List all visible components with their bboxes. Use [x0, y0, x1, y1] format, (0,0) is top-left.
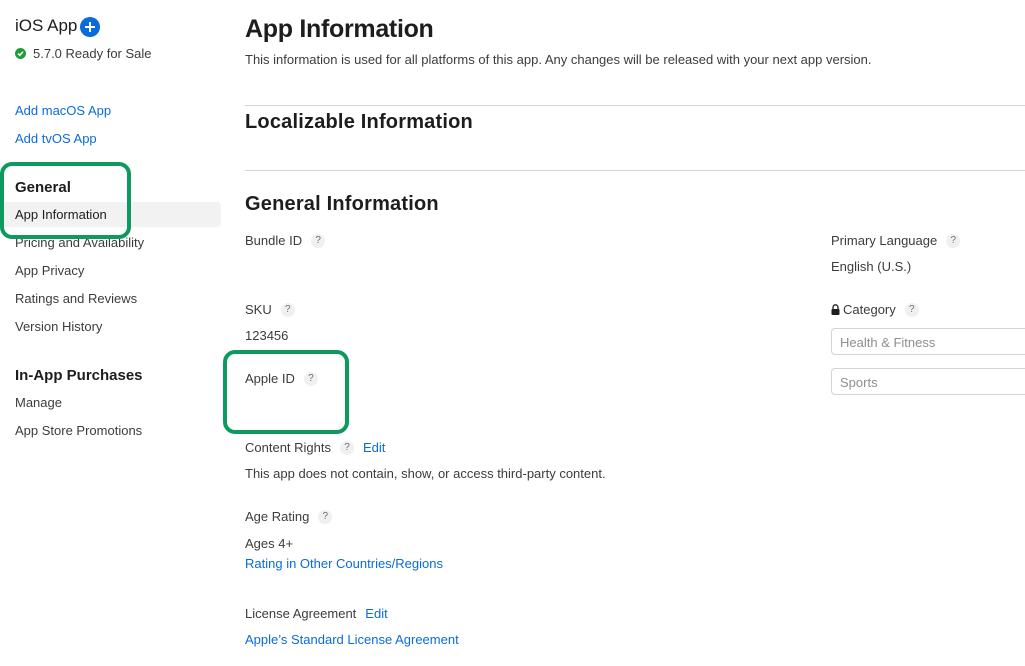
- version-status: 5.7.0 Ready for Sale: [15, 46, 152, 61]
- content-rights-edit-link[interactable]: Edit: [363, 440, 385, 455]
- sku-label: SKU ?: [245, 302, 295, 317]
- highlight-box-apple-id: [223, 350, 349, 434]
- sidebar-item-pricing[interactable]: Pricing and Availability: [15, 235, 144, 250]
- sidebar-item-manage[interactable]: Manage: [15, 395, 62, 410]
- add-platform-icon[interactable]: [80, 17, 100, 37]
- age-rating-label-text: Age Rating: [245, 509, 310, 524]
- category-label: Category ?: [831, 302, 919, 317]
- divider: [245, 105, 1025, 106]
- sidebar-heading-general: General: [15, 179, 71, 196]
- sidebar-item-ratings-reviews[interactable]: Ratings and Reviews: [15, 291, 137, 306]
- rating-other-regions-link[interactable]: Rating in Other Countries/Regions: [245, 556, 443, 571]
- help-icon[interactable]: ?: [280, 302, 295, 317]
- sidebar-item-app-information[interactable]: App Information: [0, 202, 221, 227]
- page-title: App Information: [245, 15, 434, 43]
- help-icon[interactable]: ?: [303, 371, 318, 386]
- primary-category-select[interactable]: Health & Fitness: [831, 328, 1025, 355]
- content-rights-value: This app does not contain, show, or acce…: [245, 466, 606, 481]
- license-agreement-label: License Agreement Edit: [245, 606, 388, 621]
- bundle-id-label: Bundle ID ?: [245, 233, 326, 248]
- sku-value: 123456: [245, 328, 289, 343]
- help-icon[interactable]: ?: [318, 509, 333, 524]
- sku-label-text: SKU: [245, 302, 272, 317]
- app-title: iOS App: [15, 16, 78, 35]
- help-icon[interactable]: ?: [904, 302, 919, 317]
- sidebar-item-version-history[interactable]: Version History: [15, 319, 102, 334]
- help-icon[interactable]: ?: [946, 233, 961, 248]
- divider: [245, 170, 1025, 171]
- checkmark-icon: [15, 48, 26, 59]
- content-rights-label-text: Content Rights: [245, 440, 331, 455]
- localizable-information-title: Localizable Information: [245, 111, 473, 133]
- help-icon[interactable]: ?: [340, 440, 354, 455]
- add-tvos-app-link[interactable]: Add tvOS App: [15, 131, 97, 146]
- content-rights-label: Content Rights ? Edit: [245, 440, 385, 455]
- lock-icon: [831, 304, 840, 315]
- age-rating-label: Age Rating ?: [245, 509, 333, 524]
- primary-language-label: Primary Language ?: [831, 233, 961, 248]
- sidebar-item-app-store-promotions[interactable]: App Store Promotions: [15, 423, 142, 438]
- license-edit-link[interactable]: Edit: [365, 606, 387, 621]
- page-description: This information is used for all platfor…: [245, 52, 872, 67]
- category-label-text: Category: [843, 302, 896, 317]
- bundle-id-label-text: Bundle ID: [245, 233, 303, 248]
- license-agreement-label-text: License Agreement: [245, 606, 357, 621]
- sidebar-heading-iap: In-App Purchases: [15, 367, 143, 384]
- apple-id-label-text: Apple ID: [245, 371, 295, 386]
- standard-license-link[interactable]: Apple’s Standard License Agreement: [245, 632, 459, 647]
- highlight-box-general: [0, 162, 131, 239]
- sidebar-item-label: App Information: [15, 207, 107, 222]
- status-text: 5.7.0 Ready for Sale: [33, 46, 152, 61]
- sidebar-item-app-privacy[interactable]: App Privacy: [15, 263, 84, 278]
- primary-language-label-text: Primary Language: [831, 233, 938, 248]
- general-information-title: General Information: [245, 193, 439, 215]
- help-icon[interactable]: ?: [311, 233, 326, 248]
- age-rating-value: Ages 4+: [245, 536, 294, 551]
- add-macos-app-link[interactable]: Add macOS App: [15, 103, 111, 118]
- primary-language-value: English (U.S.): [831, 259, 912, 274]
- secondary-category-select[interactable]: Sports: [831, 368, 1025, 395]
- plus-icon: [85, 22, 95, 32]
- apple-id-label: Apple ID ?: [245, 371, 318, 386]
